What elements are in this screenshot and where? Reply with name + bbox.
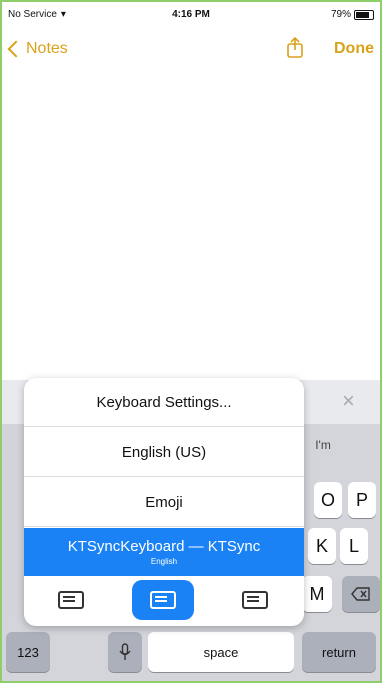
key-l[interactable]: L <box>340 528 368 564</box>
nav-bar: Notes Done <box>2 36 380 74</box>
menu-item-keyboard-settings[interactable]: Keyboard Settings... <box>24 378 304 427</box>
return-key[interactable]: return <box>302 632 376 672</box>
right-handed-keyboard-icon <box>242 591 268 609</box>
menu-item-label: KTSyncKeyboard — KTSync <box>67 538 261 555</box>
menu-item-english-us[interactable]: English (US) <box>24 428 304 477</box>
delete-icon <box>351 587 370 601</box>
close-icon[interactable]: × <box>342 388 355 414</box>
right-handed-layout-button[interactable] <box>224 580 286 620</box>
menu-item-sublabel: English <box>150 557 178 566</box>
space-key[interactable]: space <box>148 632 294 672</box>
back-button[interactable]: Notes <box>7 40 68 58</box>
left-handed-layout-button[interactable] <box>40 580 102 620</box>
battery-icon <box>354 9 374 20</box>
share-icon[interactable] <box>286 36 304 58</box>
keyboard-layout-row <box>24 578 304 626</box>
full-layout-button[interactable] <box>132 580 194 620</box>
menu-item-emoji[interactable]: Emoji <box>24 478 304 527</box>
done-button[interactable]: Done <box>334 40 374 58</box>
battery-percent: 79% <box>330 9 351 20</box>
microphone-key[interactable] <box>108 632 142 672</box>
menu-item-ktsynckeyboard[interactable]: KTSyncKeyboard — KTSync English <box>24 528 304 576</box>
numbers-key[interactable]: 123 <box>6 632 50 672</box>
full-keyboard-icon <box>150 591 176 609</box>
status-right: 79% <box>331 9 374 20</box>
delete-key[interactable] <box>342 576 380 612</box>
key-m[interactable]: M <box>302 576 332 612</box>
chevron-left-icon <box>7 40 25 58</box>
phone-screen: No Service ▾ 4:16 PM 79% Notes Done × I'… <box>0 0 382 683</box>
microphone-icon <box>119 643 131 660</box>
left-handed-keyboard-icon <box>58 591 84 609</box>
back-label: Notes <box>26 40 68 57</box>
key-p[interactable]: P <box>348 482 376 518</box>
prediction-suggestion[interactable]: I'm <box>308 428 338 462</box>
status-bar: No Service ▾ 4:16 PM 79% <box>2 2 380 28</box>
key-o[interactable]: O <box>314 482 342 518</box>
key-k[interactable]: K <box>308 528 336 564</box>
status-time: 4:16 PM <box>172 9 210 20</box>
keyboard-switcher-menu: Keyboard Settings... English (US) Emoji … <box>24 378 304 626</box>
